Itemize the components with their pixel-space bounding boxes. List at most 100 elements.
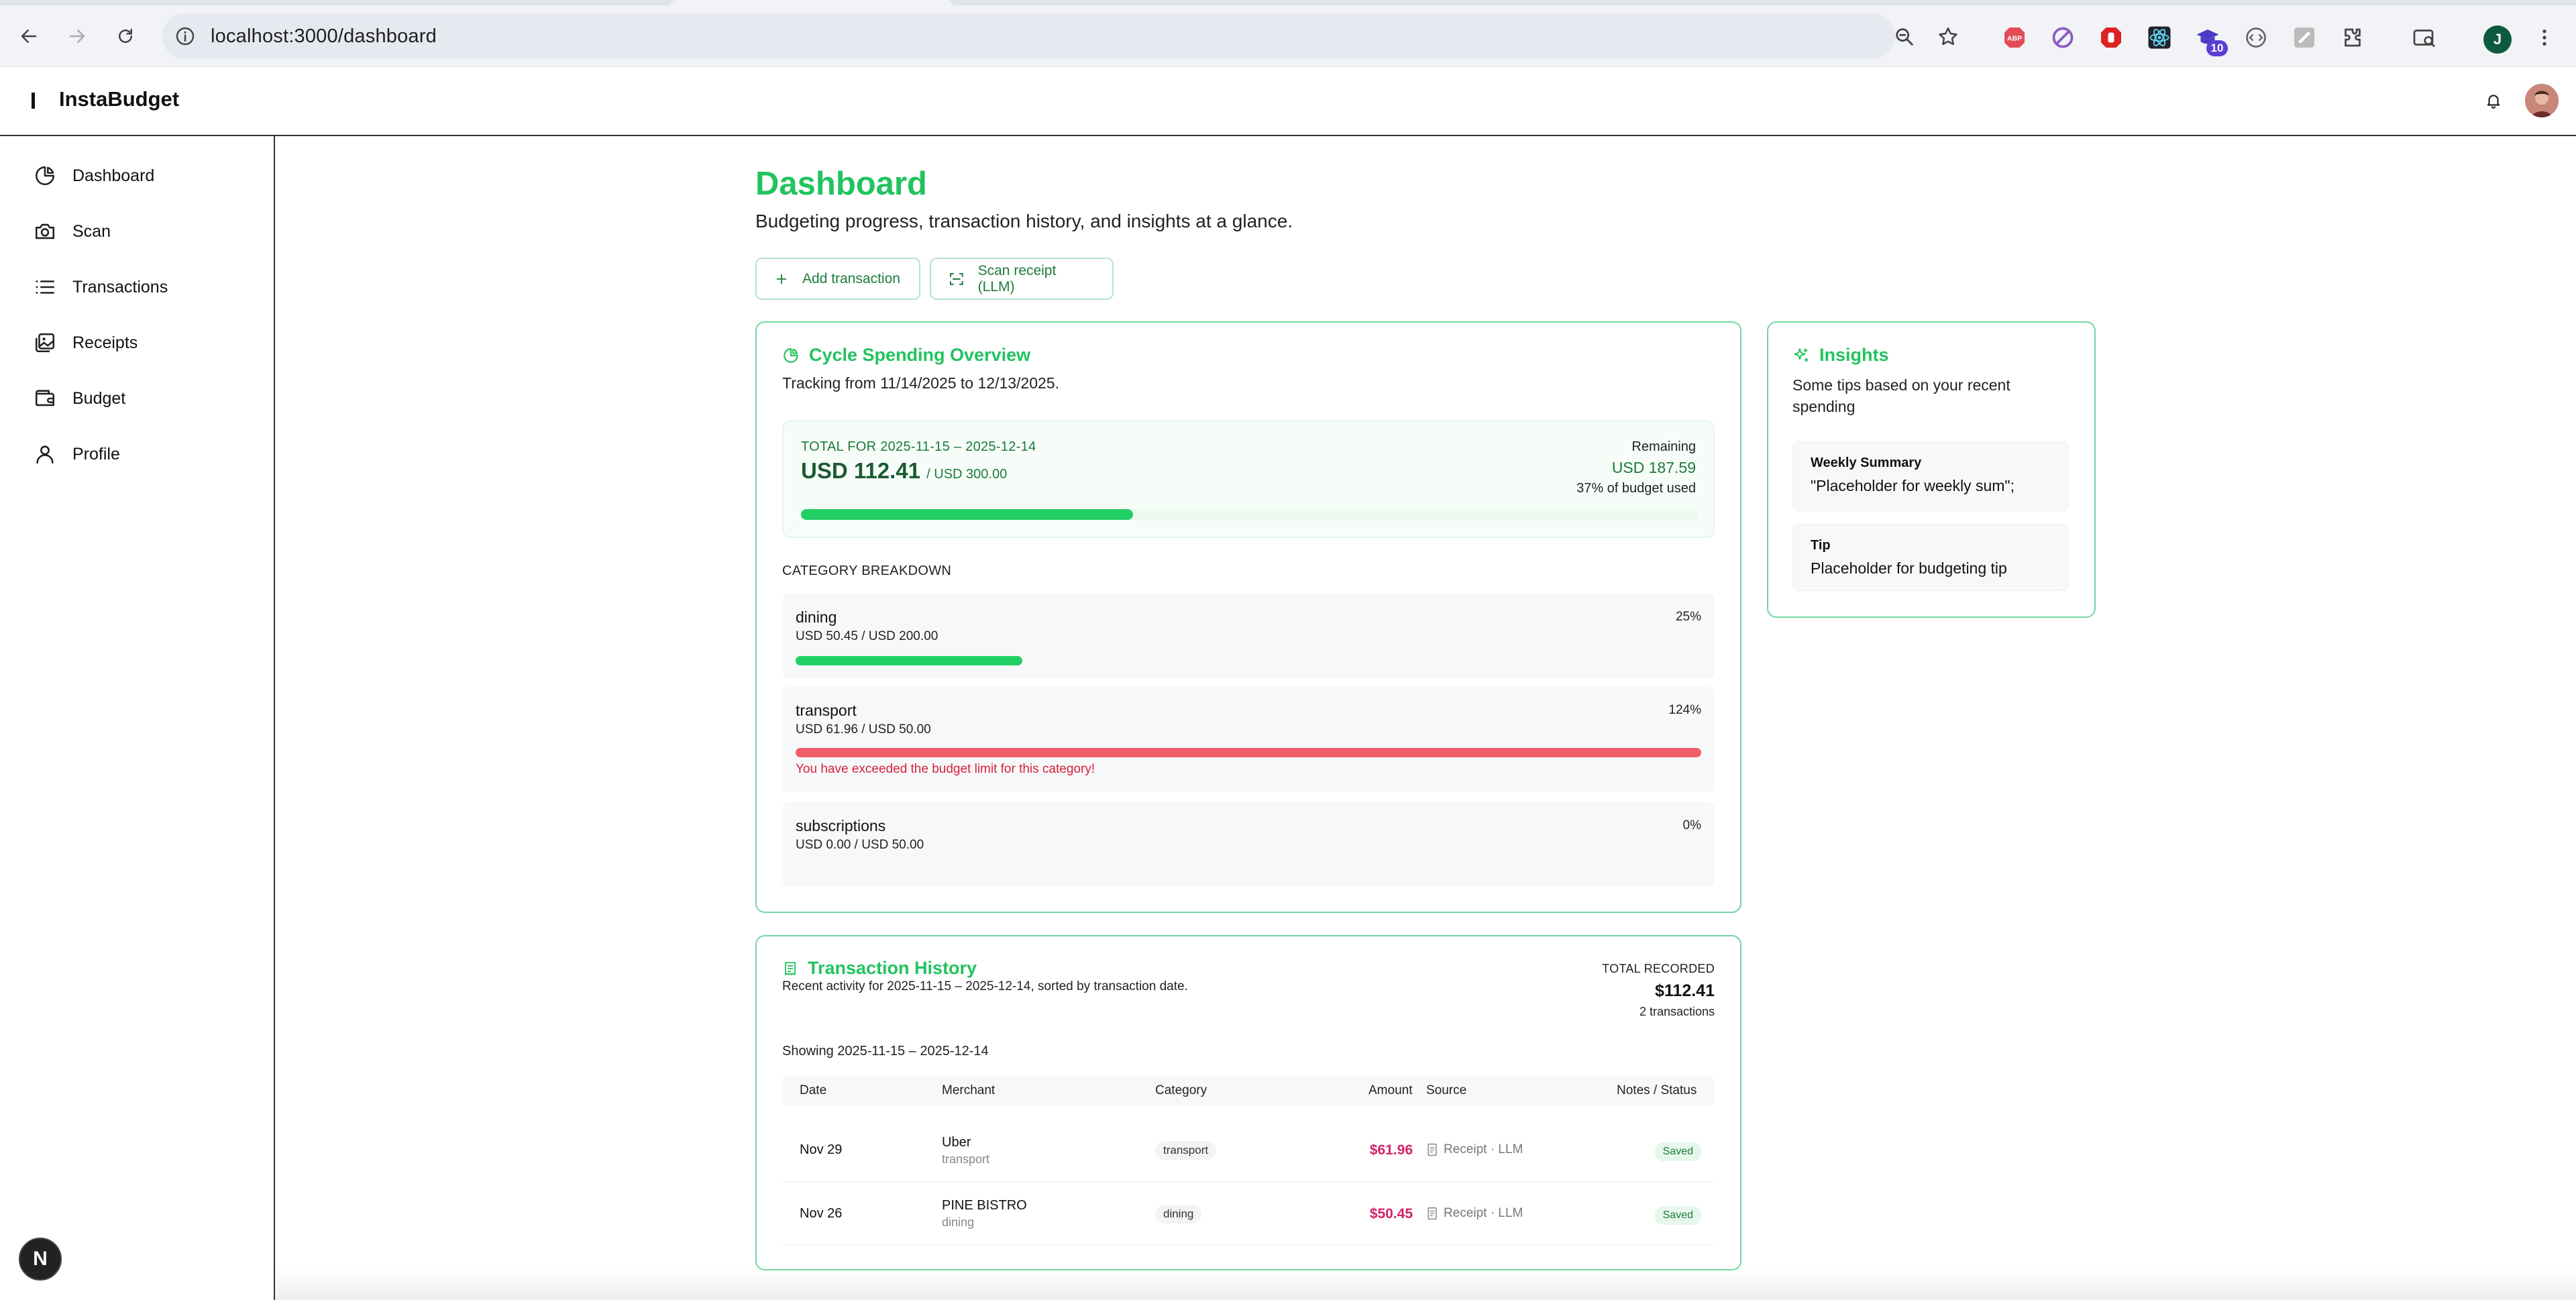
column-header-date[interactable]: Date — [800, 1083, 826, 1098]
app-brand[interactable]: InstaBudget — [59, 87, 179, 111]
tx-amount: $50.45 — [1369, 1206, 1413, 1222]
insights-subtitle: Some tips based on your recent spending — [1792, 376, 2010, 415]
sidebar-item-receipts[interactable]: Receipts — [34, 326, 255, 360]
sidebar-item-label: Profile — [72, 444, 120, 464]
sidebar-item-dashboard[interactable]: Dashboard — [34, 159, 255, 193]
sidebar-toggle-icon[interactable] — [32, 93, 35, 109]
forward-arrow-icon — [69, 30, 85, 43]
weekly-summary-box: Weekly Summary "Placeholder for weekly s… — [1792, 441, 2069, 511]
column-header-status[interactable]: Notes / Status — [1617, 1083, 1697, 1098]
remaining-block: Remaining USD 187.59 37% of budget used — [1576, 439, 1696, 496]
column-header-amount[interactable]: Amount — [1368, 1083, 1412, 1098]
sidebar-item-budget[interactable]: Budget — [34, 382, 255, 415]
category-name: subscriptions — [796, 817, 886, 834]
bookmark-star-icon[interactable] — [1937, 25, 1960, 48]
address-bar[interactable]: localhost:3000/dashboard — [162, 13, 1957, 59]
site-info-icon[interactable] — [174, 25, 196, 47]
scan-receipt-label: Scan receipt (LLM) — [977, 262, 1057, 294]
category-breakdown-label: CATEGORY BREAKDOWN — [782, 563, 952, 578]
sidebar — [0, 136, 275, 1300]
total-recorded-label: TOTAL RECORDED — [1602, 962, 1715, 975]
category-name: dining — [796, 608, 837, 626]
shield-extension-icon[interactable] — [2099, 25, 2123, 50]
tip-box: Tip Placeholder for budgeting tip — [1792, 524, 2069, 591]
react-devtools-icon[interactable] — [2147, 25, 2171, 50]
insights-title: Insights — [1792, 345, 1889, 366]
total-budget: / USD 300.00 — [926, 467, 1008, 482]
add-transaction-button[interactable]: Add transaction — [755, 258, 920, 300]
cycle-overview-title: Cycle Spending Overview — [782, 345, 1030, 366]
tab-search-icon[interactable] — [2412, 25, 2436, 50]
sidebar-item-label: Receipts — [72, 333, 138, 352]
user-icon — [36, 445, 54, 464]
reload-icon — [119, 28, 132, 43]
user-avatar[interactable] — [2525, 84, 2559, 117]
table-header: Date Merchant Category Amount Source Not… — [782, 1076, 1715, 1105]
receipt-icon — [1428, 1143, 1437, 1156]
category-progress-fill — [796, 656, 1022, 665]
camera-icon — [35, 223, 55, 239]
pie-chart-icon — [35, 166, 55, 186]
cycle-total-box: TOTAL FOR 2025-11-15 – 2025-12-14 USD 11… — [782, 421, 1715, 538]
total-progress-fill — [801, 509, 1134, 520]
url-text[interactable]: localhost:3000/dashboard — [211, 13, 437, 59]
category-name: transport — [796, 702, 857, 719]
plus-icon — [776, 274, 787, 284]
tip-heading: Tip — [1811, 538, 1831, 553]
category-values: USD 61.96 / USD 50.00 — [796, 722, 931, 737]
total-label: TOTAL FOR 2025-11-15 – 2025-12-14 — [801, 439, 1036, 454]
wallet-icon — [35, 390, 55, 407]
column-header-source[interactable]: Source — [1426, 1083, 1466, 1098]
transaction-count: 2 transactions — [1639, 1005, 1715, 1018]
category-row-transport: transport USD 61.96 / USD 50.00 124% You… — [782, 687, 1715, 792]
column-header-category[interactable]: Category — [1155, 1083, 1207, 1098]
sidebar-item-transactions[interactable]: Transactions — [34, 270, 255, 304]
tx-merchant-sub: dining — [942, 1215, 975, 1229]
total-recorded-amount: $112.41 — [1655, 981, 1715, 1000]
table-row[interactable]: Nov 29 Uber transport transport $61.96 R… — [782, 1120, 1715, 1182]
receipt-icon — [785, 961, 796, 975]
reload-button[interactable] — [110, 21, 141, 52]
tx-source: Receipt · LLM — [1426, 1206, 1523, 1221]
bottom-fade — [275, 1268, 2576, 1300]
tx-amount: $61.96 — [1369, 1142, 1413, 1158]
zoom-icon[interactable] — [1893, 25, 1916, 48]
category-percent: 25% — [1675, 610, 1701, 624]
back-arrow-icon — [21, 30, 37, 43]
browser-tabstrip — [0, 0, 2576, 5]
scan-receipt-button[interactable]: Scan receipt (LLM) — [930, 258, 1114, 300]
back-button[interactable] — [13, 21, 44, 52]
app-header: InstaBudget — [0, 67, 2576, 136]
sidebar-item-label: Dashboard — [72, 166, 155, 185]
remaining-label: Remaining — [1631, 439, 1696, 454]
category-percent: 124% — [1668, 703, 1701, 717]
active-tab[interactable] — [671, 0, 953, 5]
tx-category-pill: transport — [1155, 1141, 1217, 1160]
showing-range: Showing 2025-11-15 – 2025-12-14 — [782, 1044, 989, 1059]
browser-profile-avatar[interactable]: J — [2483, 25, 2512, 54]
browser-menu-icon[interactable] — [2532, 25, 2557, 50]
sidebar-item-label: Budget — [72, 388, 126, 408]
block-extension-icon[interactable] — [2051, 25, 2075, 50]
code-extension-icon[interactable] — [2244, 25, 2268, 50]
sidebar-item-scan[interactable]: Scan — [34, 215, 255, 248]
sparkles-icon — [1794, 347, 1809, 362]
sidebar-item-profile[interactable]: Profile — [34, 437, 255, 471]
category-progress-bar — [796, 656, 1701, 665]
adblock-extension-icon[interactable]: ABP — [2002, 25, 2027, 50]
tool-extension-icon[interactable] — [2292, 25, 2316, 50]
forward-button[interactable] — [62, 21, 93, 52]
sidebar-item-label: Transactions — [72, 277, 168, 296]
extensions-puzzle-icon[interactable] — [2341, 25, 2365, 50]
notifications-bell-icon[interactable] — [2480, 87, 2507, 114]
page-title: Dashboard — [755, 166, 927, 202]
cycle-overview-title-text: Cycle Spending Overview — [809, 345, 1031, 365]
tx-merchant-sub: transport — [942, 1152, 990, 1166]
nextjs-dev-badge[interactable]: N — [19, 1238, 62, 1281]
tx-date: Nov 29 — [800, 1142, 843, 1157]
page-subtitle: Budgeting progress, transaction history,… — [755, 211, 1293, 231]
weekly-summary-heading: Weekly Summary — [1811, 455, 1922, 470]
category-row-dining: dining USD 50.45 / USD 200.00 25% — [782, 594, 1715, 678]
column-header-merchant[interactable]: Merchant — [942, 1083, 995, 1098]
table-row[interactable]: Nov 26 PINE BISTRO dining dining $50.45 … — [782, 1183, 1715, 1245]
